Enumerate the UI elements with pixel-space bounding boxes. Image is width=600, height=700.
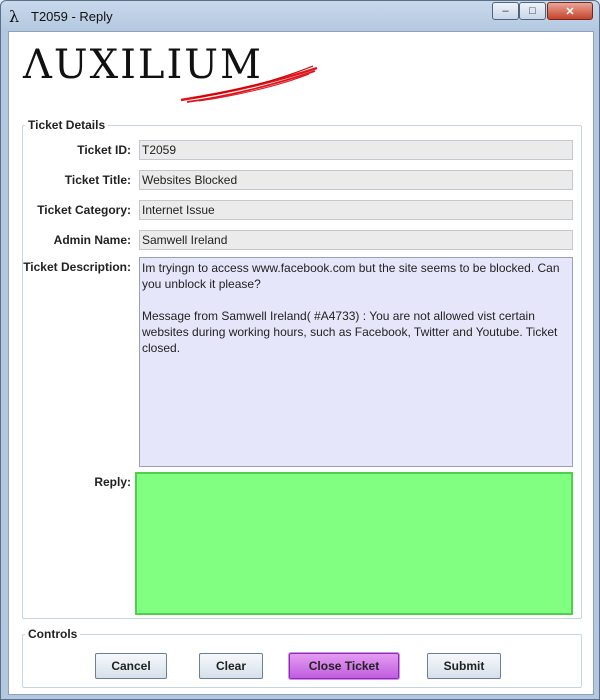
admin-name-label: Admin Name:: [53, 233, 131, 247]
controls-heading: Controls: [25, 627, 81, 641]
admin-name-field[interactable]: Samwell Ireland: [139, 230, 573, 250]
close-window-button[interactable]: ✕: [547, 2, 593, 20]
ticket-description-area[interactable]: Im tryingn to access www.facebook.com bu…: [139, 257, 573, 467]
ticket-description-label: Ticket Description:: [23, 260, 131, 274]
lambda-icon: λ: [9, 7, 20, 26]
reply-window: λ T2059 - Reply – □ ✕ ΛUXILIUM Ticket De…: [0, 0, 600, 700]
content-panel: ΛUXILIUM Ticket Details Ticket ID: T2059…: [8, 31, 594, 695]
clear-button[interactable]: Clear: [199, 653, 263, 679]
ticket-details-heading: Ticket Details: [25, 118, 109, 132]
cancel-button[interactable]: Cancel: [95, 653, 167, 679]
reply-label: Reply:: [94, 475, 131, 489]
ticket-category-field[interactable]: Internet Issue: [139, 200, 573, 220]
minimize-button[interactable]: –: [492, 2, 519, 20]
title-bar[interactable]: λ T2059 - Reply – □ ✕: [1, 1, 599, 31]
ticket-id-label: Ticket ID:: [77, 143, 131, 157]
logo-swoosh-icon: [180, 65, 318, 103]
minimize-icon: –: [502, 5, 509, 17]
ticket-title-label: Ticket Title:: [64, 173, 131, 187]
reply-textarea[interactable]: [135, 472, 573, 615]
window-title: T2059 - Reply: [31, 9, 113, 24]
ticket-id-field[interactable]: T2059: [139, 140, 573, 160]
maximize-button[interactable]: □: [519, 2, 546, 20]
ticket-category-label: Ticket Category:: [37, 203, 131, 217]
close-ticket-button[interactable]: Close Ticket: [289, 653, 399, 679]
maximize-icon: □: [529, 5, 536, 17]
close-icon: ✕: [565, 5, 575, 18]
ticket-title-field[interactable]: Websites Blocked: [139, 170, 573, 190]
submit-button[interactable]: Submit: [427, 653, 501, 679]
